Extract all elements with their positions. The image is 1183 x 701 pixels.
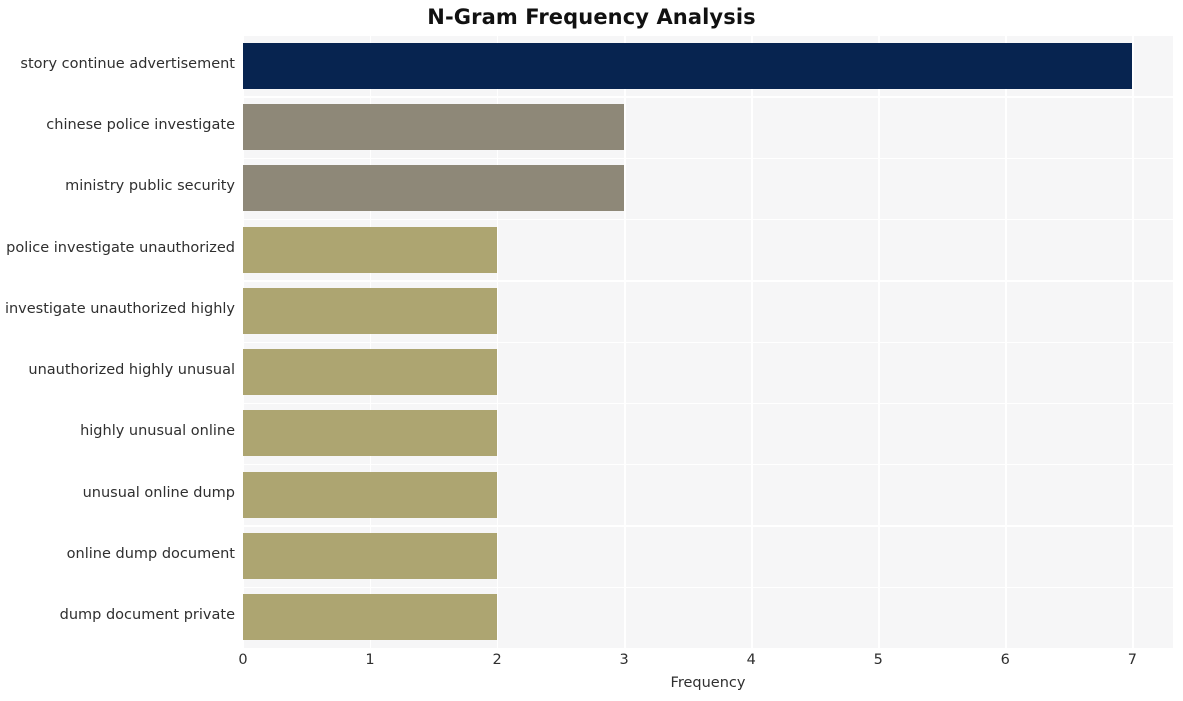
y-axis-tick-label: dump document private — [59, 607, 235, 624]
x-axis-tick-label: 7 — [1127, 652, 1137, 668]
bar — [243, 349, 498, 396]
bar — [243, 533, 498, 580]
chart-figure: N-Gram Frequency Analysis story continue… — [0, 0, 1183, 701]
horizontal-gridline — [243, 280, 1173, 282]
x-axis-tick-label: 0 — [238, 652, 248, 668]
y-axis-tick-label: highly unusual online — [80, 423, 235, 440]
y-axis-tick-label: unauthorized highly unusual — [28, 362, 235, 379]
x-axis-tick-label: 3 — [619, 652, 629, 668]
y-axis-tick-label: online dump document — [66, 546, 235, 563]
x-axis-tick-label: 1 — [365, 652, 375, 668]
x-axis-tick-label: 6 — [1000, 652, 1010, 668]
horizontal-gridline — [243, 157, 1173, 159]
horizontal-gridline — [243, 218, 1173, 221]
x-axis-tick-label: 2 — [492, 652, 502, 668]
x-axis-tick-label: 4 — [746, 652, 756, 668]
bar — [243, 287, 498, 334]
horizontal-gridline — [243, 586, 1173, 589]
horizontal-gridline — [243, 341, 1173, 343]
horizontal-gridline — [243, 402, 1173, 405]
bar — [243, 594, 498, 641]
horizontal-gridline — [243, 35, 1173, 37]
horizontal-gridline — [243, 525, 1173, 527]
y-axis-tick-label: unusual online dump — [82, 484, 235, 501]
horizontal-gridline — [243, 464, 1173, 466]
bar — [243, 226, 498, 273]
bar — [243, 165, 625, 212]
bar — [243, 471, 498, 518]
y-axis-tick-label: investigate unauthorized highly — [4, 300, 235, 317]
bar — [243, 410, 498, 457]
y-axis-tick-label: chinese police investigate — [46, 116, 235, 133]
x-axis-tick-label: 5 — [873, 652, 883, 668]
y-axis-tick-label: police investigate unauthorized — [6, 239, 235, 256]
y-axis-tick-label: story continue advertisement — [20, 55, 235, 72]
y-axis-tick-label: ministry public security — [65, 178, 235, 195]
horizontal-gridline — [243, 96, 1173, 98]
bar — [243, 103, 625, 150]
bar — [243, 42, 1133, 89]
chart-title: N-Gram Frequency Analysis — [427, 5, 756, 29]
plot-area — [243, 35, 1173, 648]
x-axis-title: Frequency — [670, 675, 746, 691]
